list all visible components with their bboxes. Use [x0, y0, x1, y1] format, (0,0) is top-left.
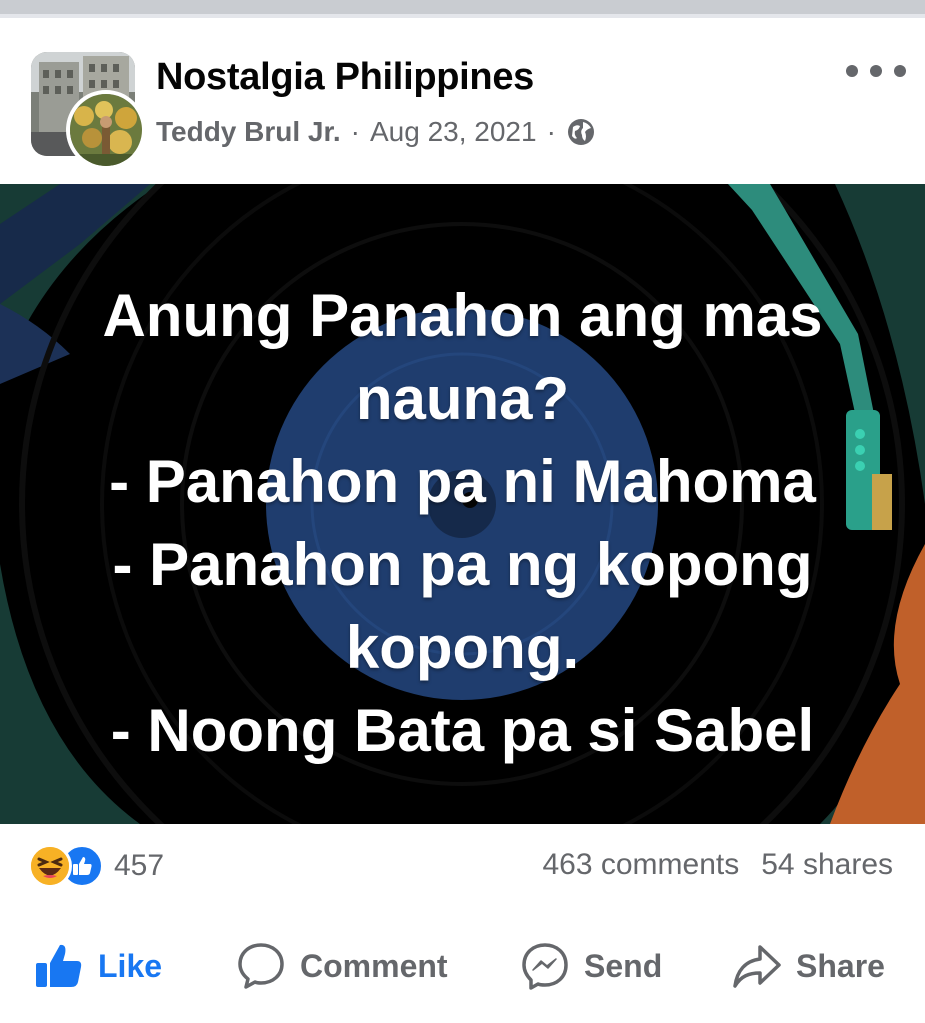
comments-shares-summary: 463 comments 54 shares — [542, 848, 893, 882]
image-text-line: - Panahon pa ni Mahoma — [109, 448, 816, 515]
haha-reaction-icon — [28, 844, 72, 888]
image-text-line: kopong. — [345, 614, 580, 681]
share-arrow-icon — [733, 945, 781, 988]
meta-separator: · — [546, 116, 556, 147]
image-text-line: - Panahon pa ng kopong — [112, 531, 813, 598]
comment-bubble-icon — [238, 943, 284, 989]
post-image-text: Anung Panahon ang mas nauna? - Panahon p… — [40, 274, 885, 772]
comments-count[interactable]: 463 comments — [542, 848, 739, 882]
messenger-icon — [522, 943, 568, 990]
image-text-line: nauna? — [355, 365, 570, 432]
more-options-button[interactable] — [846, 60, 906, 82]
engagement-bar: 457 463 comments 54 shares — [0, 824, 925, 910]
post-actions: Like Comment Send Share — [0, 910, 925, 1023]
share-button[interactable]: Share — [732, 938, 885, 994]
like-label: Like — [98, 947, 163, 984]
post-date[interactable]: Aug 23, 2021 — [370, 116, 537, 148]
like-button[interactable]: Like — [34, 938, 162, 994]
post-meta: Teddy Brul Jr. · Aug 23, 2021 · — [156, 114, 596, 150]
comment-label: Comment — [300, 947, 448, 984]
post-image[interactable]: Anung Panahon ang mas nauna? - Panahon p… — [0, 184, 925, 824]
reaction-count: 457 — [114, 849, 165, 882]
send-button[interactable]: Send — [520, 938, 662, 994]
group-name[interactable]: Nostalgia Philippines — [156, 56, 534, 99]
image-text-line: - Noong Bata pa si Sabel — [110, 697, 815, 764]
share-label: Share — [796, 947, 885, 984]
post-header: Nostalgia Philippines Teddy Brul Jr. · A… — [0, 18, 925, 184]
author-avatar[interactable] — [66, 90, 146, 170]
comment-button[interactable]: Comment — [236, 938, 448, 994]
meta-separator: · — [350, 116, 360, 147]
reactions-summary[interactable]: 457 — [28, 842, 164, 890]
more-horizontal-icon — [870, 65, 882, 77]
globe-icon — [566, 117, 596, 147]
top-divider — [0, 0, 925, 14]
more-horizontal-icon — [894, 65, 906, 77]
send-label: Send — [584, 947, 663, 984]
author-name[interactable]: Teddy Brul Jr. — [156, 116, 341, 148]
more-horizontal-icon — [846, 65, 858, 77]
thumbs-up-icon — [36, 944, 82, 987]
image-text-line: Anung Panahon ang mas — [102, 282, 823, 349]
shares-count[interactable]: 54 shares — [761, 848, 893, 882]
